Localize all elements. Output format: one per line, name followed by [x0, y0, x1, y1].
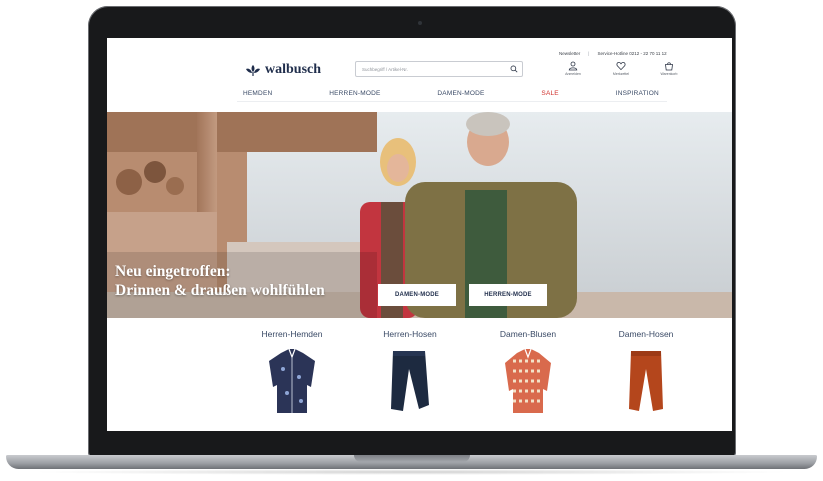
search-input[interactable]: Suchbegriff / Artikel-Nr. — [355, 61, 523, 77]
site-header: walbusch Suchbegriff / Artikel-Nr. Newsl… — [107, 38, 732, 111]
brand-name: walbusch — [265, 62, 322, 77]
cart-label: Warenkorb — [660, 72, 678, 76]
category-damen-blusen[interactable]: Damen-Blusen — [483, 329, 573, 415]
blouse-product-image — [505, 348, 551, 413]
nav-item-hemden[interactable]: HEMDEN — [227, 90, 288, 97]
browser-screen: walbusch Suchbegriff / Artikel-Nr. Newsl… — [107, 38, 732, 431]
account-button[interactable]: Anmelden — [553, 61, 593, 76]
search-icon[interactable] — [510, 65, 518, 73]
hero-headline-line-2: Drinnen & draußen wohlfühlen — [115, 282, 325, 299]
divider: | — [588, 51, 590, 56]
wishlist-button[interactable]: Merkzettel — [601, 61, 641, 76]
shirt-product-image — [269, 348, 315, 413]
hero-headline: Neu eingetroffen: Drinnen & draußen wohl… — [115, 262, 325, 300]
category-label: Herren-Hosen — [383, 329, 437, 339]
account-label: Anmelden — [565, 72, 581, 76]
nav-item-sale[interactable]: SALE — [525, 90, 574, 97]
hero-headline-line-1: Neu eingetroffen: — [115, 263, 231, 280]
service-links: Newsletter | Service-Hotline 0212 - 22 7… — [559, 51, 667, 56]
category-damen-hosen[interactable]: Damen-Hosen — [601, 329, 691, 415]
user-icon — [568, 61, 578, 71]
cart-button[interactable]: Warenkorb — [649, 61, 689, 76]
category-label: Damen-Blusen — [499, 329, 557, 339]
search-placeholder: Suchbegriff / Artikel-Nr. — [362, 66, 408, 72]
brand-logo[interactable]: walbusch — [245, 62, 321, 78]
service-hotline[interactable]: Service-Hotline 0212 - 22 70 11 12 — [597, 51, 666, 56]
main-nav: HEMDEN HERREN-MODE DAMEN-MODE SALE INSPI… — [227, 86, 675, 100]
nav-item-inspiration[interactable]: INSPIRATION — [600, 90, 675, 97]
heart-icon — [616, 61, 626, 71]
nav-item-herren-mode[interactable]: HERREN-MODE — [313, 90, 396, 97]
nav-item-damen-mode[interactable]: DAMEN-MODE — [421, 90, 500, 97]
herren-mode-button[interactable]: HERREN-MODE — [469, 284, 547, 306]
trousers-product-image — [629, 351, 663, 411]
damen-mode-button[interactable]: DAMEN-MODE — [378, 284, 456, 306]
category-herren-hemden[interactable]: Herren-Hemden — [247, 329, 337, 415]
nav-divider — [237, 101, 667, 102]
user-actions: Anmelden Merkzettel Warenkorb — [553, 61, 693, 81]
laptop-notch — [354, 455, 470, 462]
category-teasers: Herren-Hemden Herren-Hosen Damen-Blusen — [107, 323, 732, 431]
laptop-shadow — [30, 469, 793, 475]
logo-mark-icon — [246, 65, 260, 76]
category-herren-hosen[interactable]: Herren-Hosen — [365, 329, 455, 415]
category-label: Herren-Hemden — [261, 329, 323, 339]
hero-banner[interactable]: Neu eingetroffen: Drinnen & draußen wohl… — [107, 112, 732, 318]
wishlist-label: Merkzettel — [612, 72, 630, 76]
webcam — [418, 21, 422, 25]
category-label: Damen-Hosen — [618, 329, 674, 339]
trousers-product-image — [391, 351, 429, 411]
newsletter-link[interactable]: Newsletter — [559, 51, 580, 56]
bag-icon — [665, 62, 673, 71]
